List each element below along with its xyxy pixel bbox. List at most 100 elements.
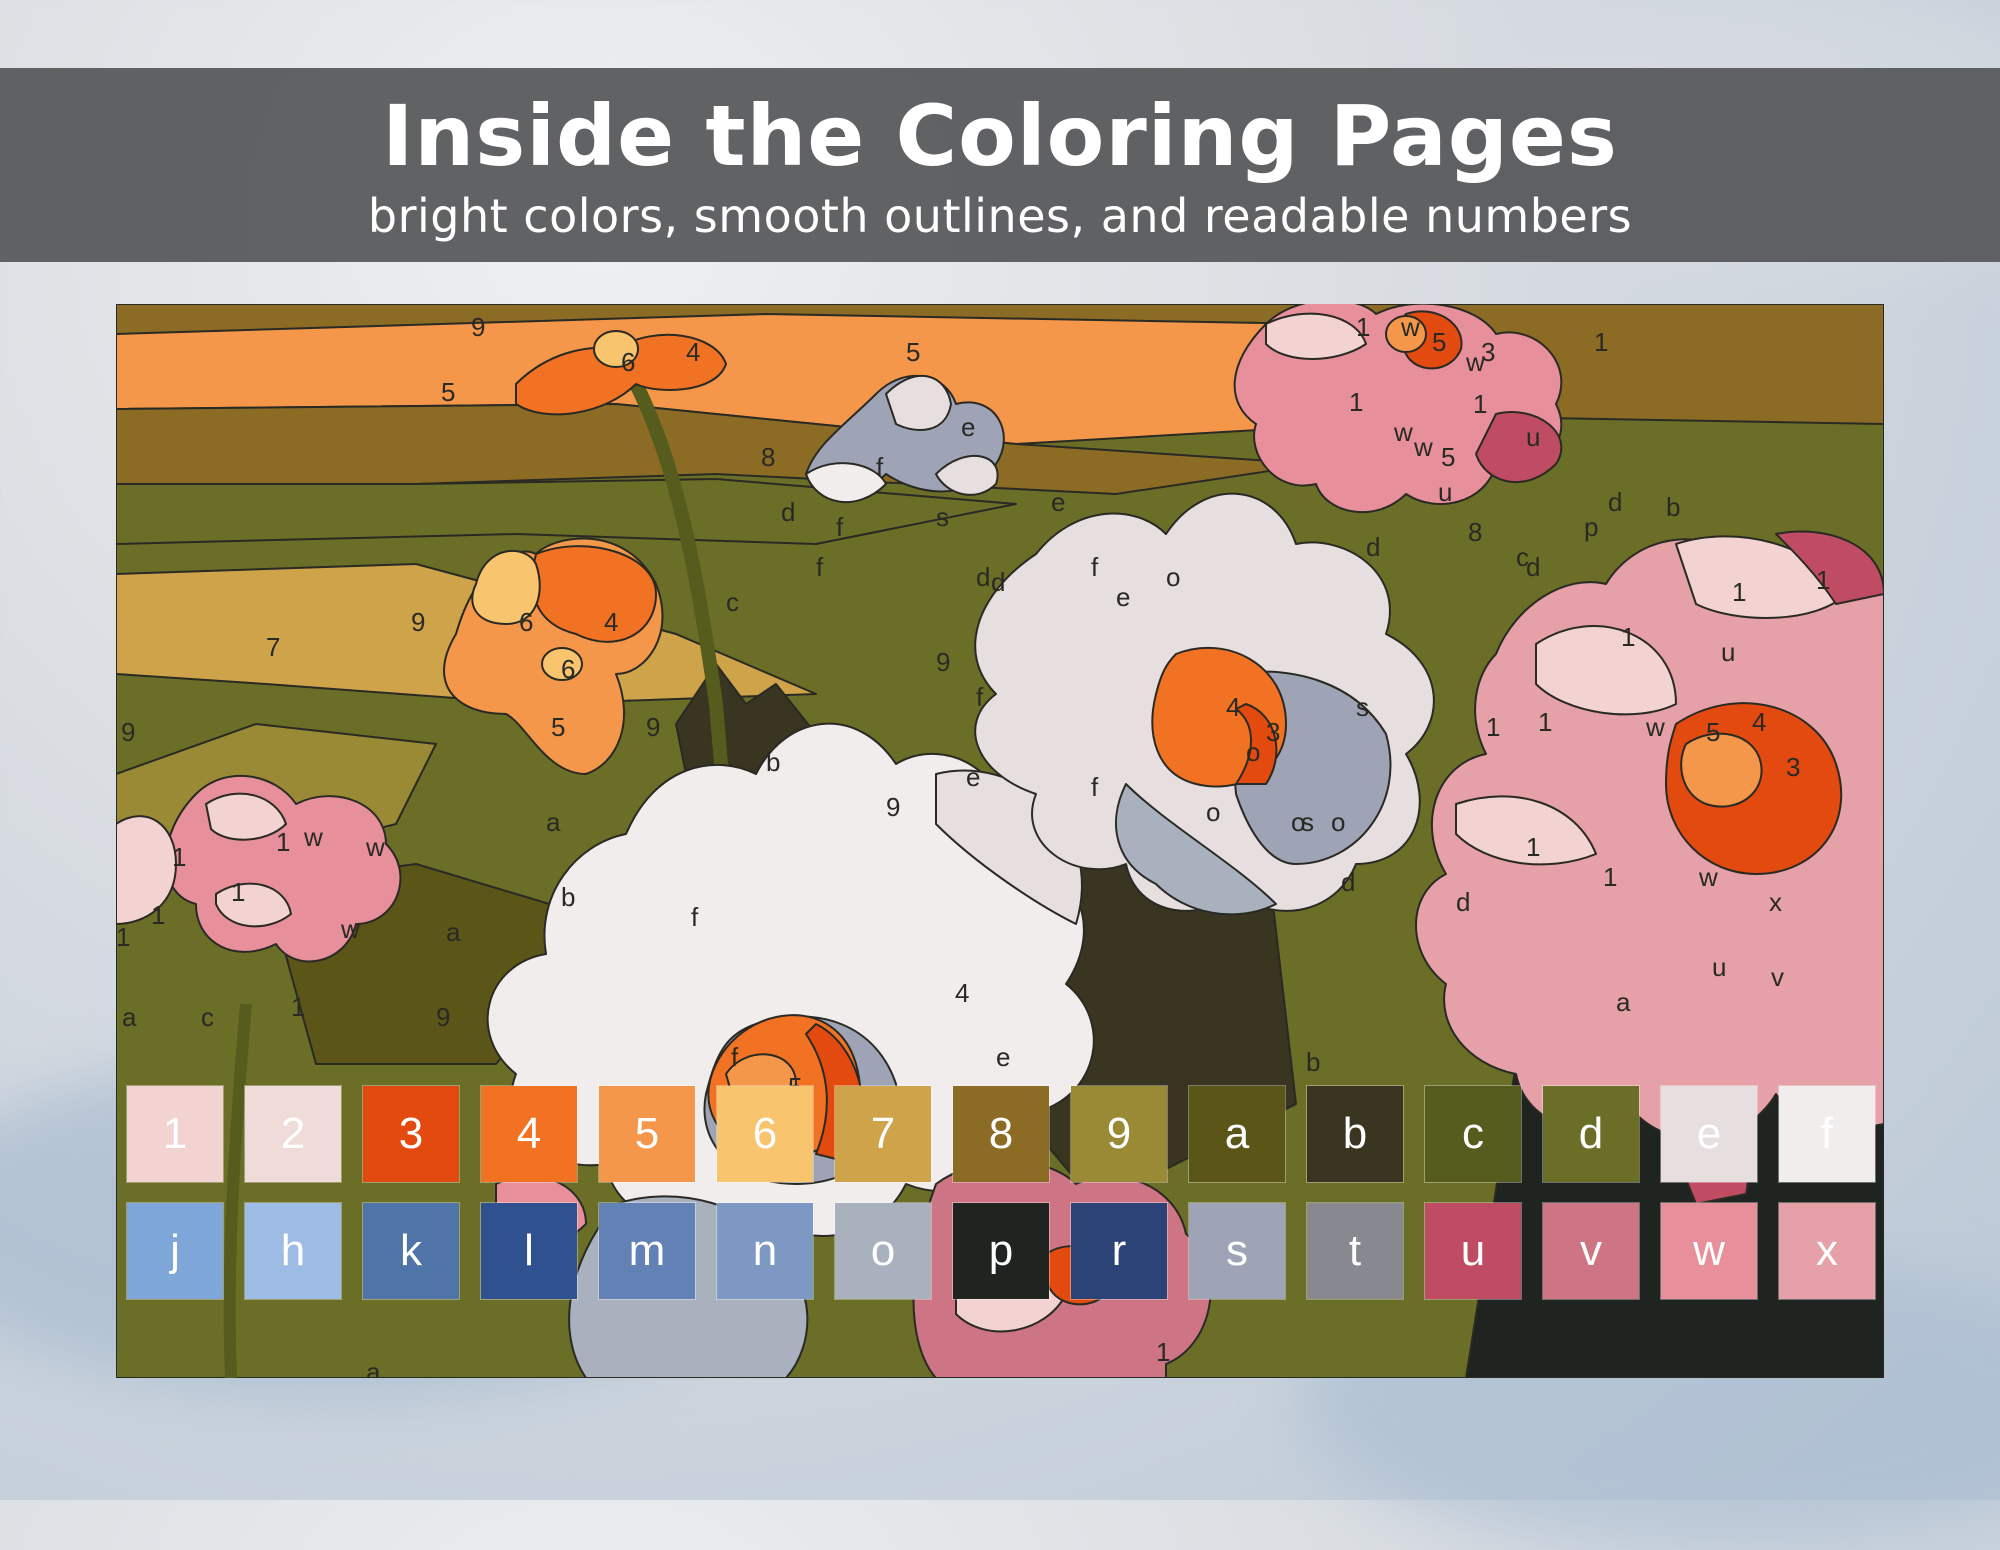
region-number: 1 [1356,312,1371,342]
region-number: b [1666,492,1681,522]
region-number: 1 [1538,707,1553,737]
pink-flower [1233,304,1563,514]
region-number: f [976,682,984,712]
region-number: e [961,412,976,442]
palette-swatch: 2 [245,1086,341,1182]
region-number: w [366,832,385,862]
region-number: d [1456,887,1471,917]
region-number: 9 [936,647,951,677]
region-number: o [1166,562,1181,592]
palette-swatch: d [1543,1086,1639,1182]
palette-swatch: x [1779,1203,1875,1299]
region-number: c [201,1002,214,1032]
region-number: 5 [441,377,456,407]
region-number: d [1526,552,1541,582]
region-number: f [816,552,824,582]
palette-swatch: w [1661,1203,1757,1299]
region-number: f [1091,552,1099,582]
region-number: a [1616,987,1631,1017]
page-subtitle: bright colors, smooth outlines, and read… [367,189,1633,243]
region-number: 8 [1468,517,1483,547]
palette-swatch: 7 [835,1086,931,1182]
region-number: u [1712,952,1727,982]
region-number: a [446,917,461,947]
palette-swatch: c [1425,1086,1521,1182]
region-number: o [1331,807,1346,837]
region-number: f [876,452,884,482]
region-number: p [1584,512,1599,542]
region-number: a [122,1002,137,1032]
region-number: d [976,562,991,592]
region-number: 5 [1432,327,1447,357]
region-number: 3 [1266,717,1281,747]
region-number: b [766,747,781,777]
region-number: b [561,882,576,912]
region-number: d [1341,867,1356,897]
region-number: w [304,822,323,852]
region-number: e [856,1374,870,1378]
region-number: 6 [519,607,534,637]
region-number: 1 [1486,712,1501,742]
palette-swatch: 5 [599,1086,695,1182]
region-number: w [1394,417,1413,447]
region-number: 9 [121,717,136,747]
region-number: d [781,497,796,527]
region-number: s [936,502,949,532]
region-number: w [1466,347,1485,377]
region-number: 1 [1594,327,1609,357]
region-number: 5 [1441,442,1456,472]
palette-swatch: p [953,1203,1049,1299]
palette-swatch: n [717,1203,813,1299]
palette-swatch: u [1425,1203,1521,1299]
region-number: 1 [1526,832,1541,862]
region-number: 4 [604,607,619,637]
region-number: 4 [686,337,701,367]
region-number: 1 [1156,1337,1171,1367]
region-number: 1 [116,922,131,952]
region-number: 9 [471,312,486,342]
palette-swatch: 3 [363,1086,459,1182]
region-number: 1 [231,877,246,907]
palette-swatch: j [127,1203,223,1299]
region-number: 9 [886,792,901,822]
region-number: u [1721,637,1736,667]
region-number: o [1291,807,1306,837]
palette-swatch: o [835,1203,931,1299]
region-number: o [1246,737,1261,767]
region-number: 5 [906,337,921,367]
region-number: 1 [1603,862,1618,892]
region-number: 1 [1621,622,1636,652]
palette-swatch: t [1307,1203,1403,1299]
region-number: 1 [172,842,187,872]
region-number: f [691,902,699,932]
palette-swatch: f [1779,1086,1875,1182]
region-number: 4 [1752,707,1767,737]
palette-swatch: a [1189,1086,1285,1182]
palette-swatch: h [245,1203,341,1299]
region-number: e [1116,582,1131,612]
region-number: d [1366,532,1381,562]
region-number: 1 [1349,387,1364,417]
region-number: e [996,1042,1011,1072]
palette-swatch: 8 [953,1086,1049,1182]
region-number: w [1646,712,1665,742]
region-number: w [341,914,360,944]
region-number: 1 [1816,565,1831,595]
region-number: 3 [1786,752,1801,782]
color-palette: 123456789abcdef jhklmnoprstuvwx [127,1086,1875,1302]
region-number: 9 [646,712,661,742]
palette-swatch: 9 [1071,1086,1167,1182]
region-number: d [991,567,1006,597]
region-number: 9 [436,1002,451,1032]
region-number: 9 [411,607,426,637]
region-number: b [1306,1047,1321,1077]
palette-swatch: b [1307,1086,1403,1182]
region-number: 5 [1706,717,1721,747]
region-number: e [966,762,981,792]
region-number: 8 [761,442,776,472]
region-number: 1 [291,992,306,1022]
region-number: u [1438,477,1453,507]
palette-swatch: s [1189,1203,1285,1299]
region-number: f [836,512,844,542]
region-number: f [1091,772,1099,802]
